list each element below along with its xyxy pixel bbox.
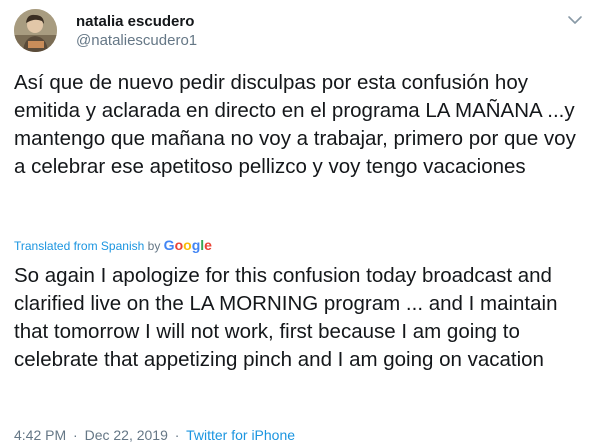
google-logo: Google bbox=[163, 237, 212, 253]
tweet-menu-button[interactable] bbox=[565, 12, 585, 28]
tweet-source-link[interactable]: Twitter for iPhone bbox=[186, 427, 295, 443]
translation-attribution[interactable]: Translated from Spanish by Google bbox=[14, 237, 212, 254]
translated-tweet-text: So again I apologize for this confusion … bbox=[14, 264, 558, 371]
translated-by-label: by bbox=[147, 239, 161, 253]
tweet-time[interactable]: 4:42 PM bbox=[14, 427, 66, 443]
meta-separator: · bbox=[174, 427, 180, 443]
meta-separator: · bbox=[73, 427, 78, 443]
avatar[interactable] bbox=[14, 9, 57, 52]
author-handle[interactable]: @nataliescudero1 bbox=[76, 32, 197, 50]
tweet: natalia escudero @nataliescudero1 Así qu… bbox=[0, 0, 601, 447]
tweet-date[interactable]: Dec 22, 2019 bbox=[85, 427, 168, 443]
author-name[interactable]: natalia escudero bbox=[76, 13, 194, 31]
tweet-meta: 4:42 PM · Dec 22, 2019 · Twitter for iPh… bbox=[14, 426, 295, 444]
chevron-down-icon bbox=[568, 16, 582, 24]
profile-photo-icon bbox=[14, 9, 57, 52]
translated-from-label[interactable]: Translated from Spanish bbox=[14, 239, 144, 253]
tweet-text: Así que de nuevo pedir disculpas por est… bbox=[14, 71, 576, 178]
